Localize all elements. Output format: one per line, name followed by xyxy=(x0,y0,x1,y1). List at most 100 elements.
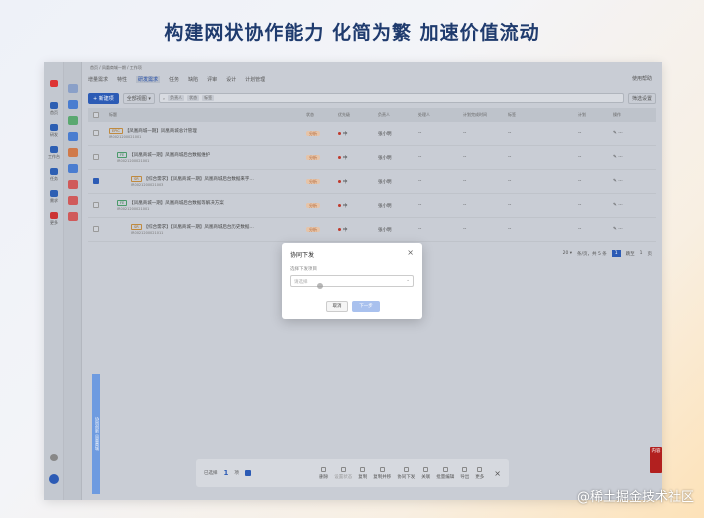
search-input[interactable]: ⌕ 负责人 状态 标签 xyxy=(158,93,624,103)
row-title[interactable]: 【凤凰商城一期】凤凰商城后台数据等解决方案 xyxy=(129,201,224,206)
action-set-status[interactable]: 设置状态 xyxy=(334,466,352,480)
cancel-button[interactable]: 取消 xyxy=(326,301,348,312)
more-icon[interactable]: ⋯ xyxy=(618,227,623,232)
rail-item-more[interactable]: 更多 xyxy=(46,212,62,226)
owner: 张小明 xyxy=(378,179,392,185)
tab-feature[interactable]: 特性 xyxy=(117,76,127,83)
action-export[interactable]: 导出 xyxy=(460,466,469,480)
owner: 张小明 xyxy=(378,155,392,161)
rail-item-req[interactable]: 需求 xyxy=(46,190,62,204)
filter-settings-button[interactable]: 筛选设置 xyxy=(627,92,656,104)
more-icon[interactable]: ⋯ xyxy=(618,155,623,160)
view-select[interactable]: 全部视图 ▾ xyxy=(122,92,155,104)
row-checkbox[interactable] xyxy=(93,129,99,136)
owner: 张小明 xyxy=(378,203,392,209)
tab-design[interactable]: 设计 xyxy=(226,76,236,83)
table-row[interactable]: EPIC 【凤凰商城一期】凤凰商城总计管理 IR0021200021001 分析 中 张小… xyxy=(88,122,656,146)
filter-chip[interactable]: 标签 xyxy=(202,95,215,101)
due-date: -- xyxy=(463,179,467,184)
project-select[interactable]: 请选择 ⌄ xyxy=(290,275,414,287)
hero-title: 构建网状协作能力 化简为繁 加速价值流动 xyxy=(164,22,540,44)
pagination: 20 ▾ 条/页，共 5 条 1 跳至 1 页 xyxy=(563,250,652,257)
table-row[interactable]: FE 【凤凰商城一期】凤凰商城后台数据维护 IR0021200021001 分析 中 张小… xyxy=(88,146,656,170)
row-title[interactable]: 【凤凰商城一期】凤凰商城后台数据维护 xyxy=(129,153,210,158)
page-jump-input[interactable]: 1 xyxy=(640,251,643,256)
new-item-button[interactable]: + 新建项 xyxy=(88,92,119,104)
tool-icon-2[interactable] xyxy=(68,100,78,109)
action-copy[interactable]: 复制 xyxy=(358,466,367,480)
edit-icon[interactable]: ✎ xyxy=(613,155,617,160)
priority: 中 xyxy=(343,179,348,185)
priority: 中 xyxy=(343,203,348,209)
more-icon[interactable]: ⋯ xyxy=(618,179,623,184)
bulk-checkbox[interactable] xyxy=(244,470,251,476)
settings-icon[interactable] xyxy=(46,454,62,462)
row-title[interactable]: 【综合需求】【凤凰商城一期】凤凰商城后台数据来字… xyxy=(144,177,254,182)
action-delete[interactable]: 删除 xyxy=(319,466,328,480)
tags: -- xyxy=(508,155,512,160)
table-row[interactable]: FE 【凤凰商城一期】凤凰商城后台数据等解决方案 IR0021200021001 分析… xyxy=(88,194,656,218)
tool-icon-9[interactable] xyxy=(68,212,78,221)
tab-review[interactable]: 评审 xyxy=(207,76,217,83)
status-badge[interactable]: 分析 xyxy=(306,178,320,184)
table-row[interactable]: SR 【综合需求】【凤凰商城一期】凤凰商城后台历史数据… IR00212000210… xyxy=(88,218,656,242)
due-date: -- xyxy=(463,203,467,208)
select-all-checkbox[interactable] xyxy=(93,111,99,118)
more-icon[interactable]: ⋯ xyxy=(618,131,623,136)
tab-incremental[interactable]: 增量需求 xyxy=(88,76,108,83)
plan: -- xyxy=(578,131,582,136)
help-link[interactable]: 使用帮助 xyxy=(632,75,652,82)
selected-count: 1 xyxy=(223,469,229,477)
edit-icon[interactable]: ✎ xyxy=(613,227,617,232)
status-badge[interactable]: 分析 xyxy=(306,202,320,208)
tool-icon-5[interactable] xyxy=(68,148,78,157)
more-icon[interactable]: ⋯ xyxy=(618,203,623,208)
action-more[interactable]: 更多 xyxy=(475,466,484,480)
status-badge[interactable]: 分析 xyxy=(306,154,320,160)
tab-task[interactable]: 任务 xyxy=(169,76,179,83)
edit-icon[interactable]: ✎ xyxy=(613,203,617,208)
tags: -- xyxy=(508,227,512,232)
rail-item-dev[interactable]: 研发 xyxy=(46,124,62,138)
tool-icon-3[interactable] xyxy=(68,116,78,125)
edit-icon[interactable]: ✎ xyxy=(613,179,617,184)
tool-icon-8[interactable] xyxy=(68,196,78,205)
page-size-select[interactable]: 20 ▾ xyxy=(563,251,572,256)
tab-plan[interactable]: 计划管理 xyxy=(245,76,265,83)
rail-item-home[interactable]: 首页 xyxy=(46,102,62,116)
rail-item-workbench[interactable]: 工作台 xyxy=(46,146,62,160)
tab-dev-req[interactable]: 研发需求 xyxy=(136,76,161,83)
tool-strip xyxy=(64,62,82,500)
row-checkbox[interactable] xyxy=(93,177,99,184)
avatar[interactable] xyxy=(46,474,62,485)
edit-icon[interactable]: ✎ xyxy=(613,131,617,136)
action-dispatch[interactable]: 协同下发 xyxy=(397,466,415,480)
close-icon[interactable]: × xyxy=(407,248,414,257)
tool-icon-7[interactable] xyxy=(68,180,78,189)
row-title[interactable]: 【凤凰商城一期】凤凰商城总计管理 xyxy=(125,129,197,134)
owner: 张小明 xyxy=(378,227,392,233)
row-checkbox[interactable] xyxy=(93,225,99,232)
rail-item-task[interactable]: 任务 xyxy=(46,168,62,182)
filter-chip[interactable]: 负责人 xyxy=(168,95,185,101)
tool-icon-4[interactable] xyxy=(68,132,78,141)
row-checkbox[interactable] xyxy=(93,201,99,208)
watermark: @稀土掘金技术社区 xyxy=(576,490,694,505)
status-badge[interactable]: 分析 xyxy=(306,130,320,136)
row-checkbox[interactable] xyxy=(93,153,99,160)
side-pin-label[interactable]: 协同创新 凤凰商城 xyxy=(92,374,100,494)
table-row[interactable]: SR 【综合需求】【凤凰商城一期】凤凰商城后台数据来字… IR00212000210… xyxy=(88,170,656,194)
action-link[interactable]: 关联 xyxy=(421,466,430,480)
status-badge[interactable]: 分析 xyxy=(306,226,320,232)
close-icon[interactable]: × xyxy=(494,469,501,478)
tool-icon-1[interactable] xyxy=(68,84,78,93)
tab-defect[interactable]: 缺陷 xyxy=(188,76,198,83)
tool-icon-6[interactable] xyxy=(68,164,78,173)
page-current[interactable]: 1 xyxy=(611,250,621,257)
filter-chip[interactable]: 状态 xyxy=(187,95,200,101)
action-copy-move[interactable]: 复制并移 xyxy=(373,466,391,480)
next-button[interactable]: 下一步 xyxy=(352,301,380,312)
toolbar: + 新建项 全部视图 ▾ ⌕ 负责人 状态 标签 筛选设置 xyxy=(88,92,656,104)
row-title[interactable]: 【综合需求】【凤凰商城一期】凤凰商城后台历史数据… xyxy=(144,225,254,230)
action-bulk-edit[interactable]: 批量编辑 xyxy=(436,466,454,480)
